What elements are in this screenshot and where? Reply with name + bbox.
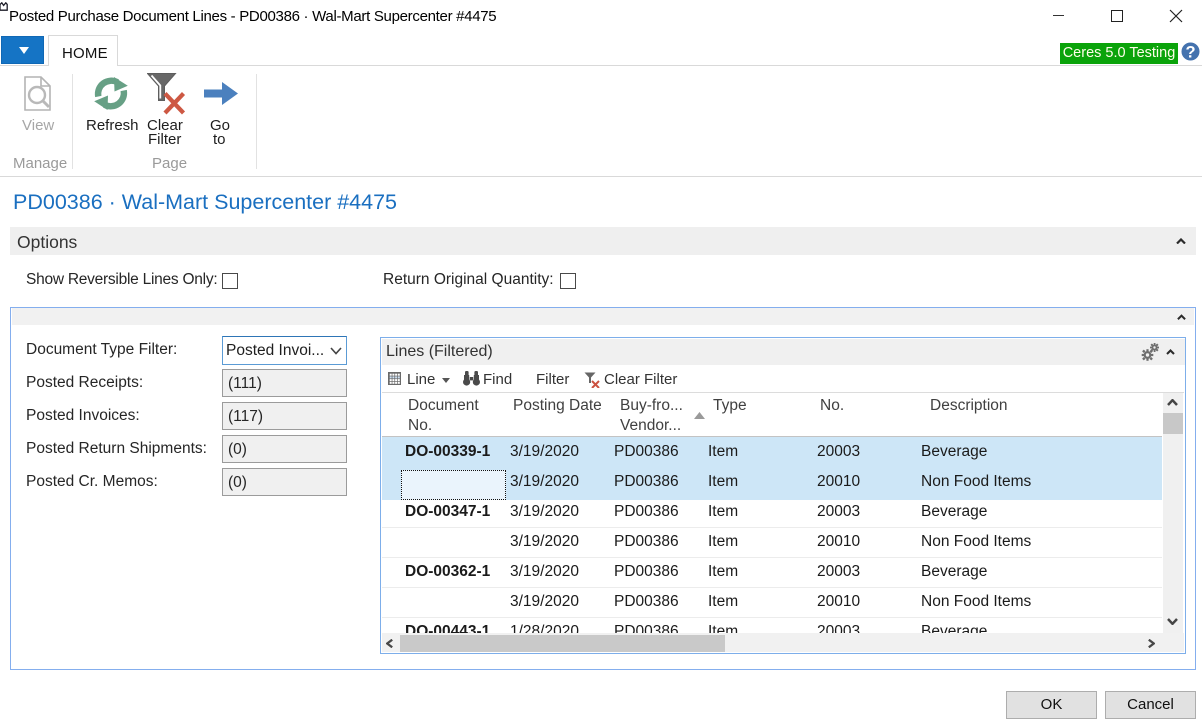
svg-text:?: ? xyxy=(1185,44,1195,62)
